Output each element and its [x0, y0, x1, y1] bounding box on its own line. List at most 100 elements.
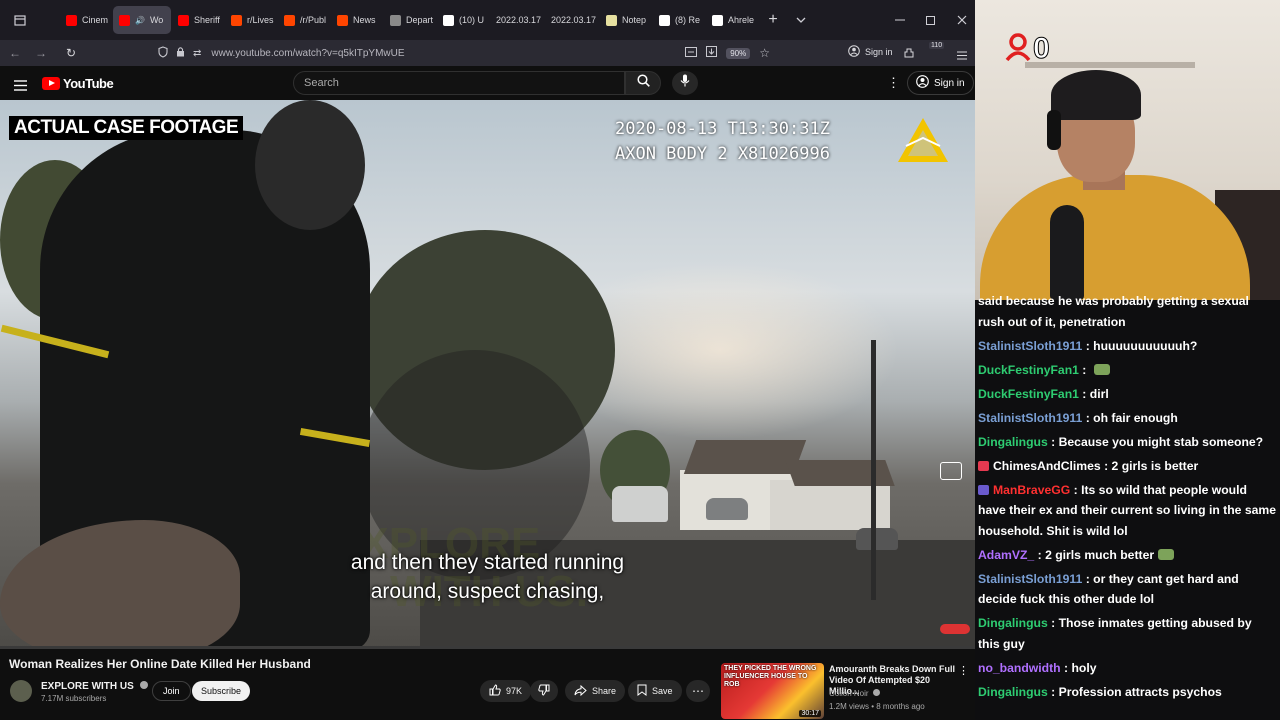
tab-list-icon[interactable] [8, 6, 32, 34]
chat-message: said because he was probably getting a s… [978, 296, 1276, 332]
chat-username[interactable]: Dingalingus [978, 616, 1048, 630]
maximize-icon[interactable] [914, 0, 946, 40]
browser-tab[interactable]: 2022.03.17 [490, 6, 544, 34]
hamburger-menu-icon[interactable] [14, 78, 27, 96]
chat-text: Because you might stab someone? [1058, 434, 1264, 449]
download-icon[interactable] [706, 46, 718, 60]
browser-tab[interactable]: Ahrele [706, 6, 758, 34]
chat-username[interactable]: StalinistSloth1911 [978, 339, 1082, 353]
like-button[interactable]: 97K [480, 680, 532, 702]
tab-bar: Cinem🔊Wo✕Sheriffr/Lives/r/PublNewsDepart… [0, 0, 975, 40]
search-input[interactable]: Search [293, 71, 625, 95]
app-menu-icon[interactable] [957, 47, 967, 65]
browser-tab[interactable]: Depart [384, 6, 436, 34]
youtube-logo[interactable]: YouTube [42, 76, 114, 91]
extensions-icon[interactable] [903, 46, 915, 64]
more-options-icon[interactable]: ⋮ [887, 76, 900, 89]
chat-username[interactable]: DuckFestinyFan1 [978, 363, 1079, 377]
youtube-logo-text: YouTube [63, 76, 114, 91]
reload-icon[interactable]: ↻ [60, 42, 82, 64]
chat-username[interactable]: ManBraveGG [993, 483, 1070, 497]
chat-message: Dingalingus : Those inmates getting abus… [978, 613, 1276, 654]
save-label: Save [652, 686, 673, 696]
shield-icon[interactable] [158, 45, 168, 61]
chat-text: huuuuuuuuuuuh? [1093, 338, 1198, 353]
chevron-down-icon[interactable] [787, 6, 815, 34]
picture-in-picture-icon[interactable] [940, 462, 962, 480]
browser-tab[interactable]: /r/Publ [278, 6, 330, 34]
new-tab-icon[interactable]: + [759, 6, 787, 34]
verified-icon [139, 681, 148, 689]
recommended-meta: 1.2M views • 8 months ago [829, 702, 925, 711]
permissions-icon[interactable]: ⇄ [193, 48, 201, 59]
browser-tab[interactable]: News [331, 6, 383, 34]
chat-separator: : [1082, 571, 1094, 586]
bookmark-star-icon[interactable]: ☆ [759, 46, 770, 60]
video-scene-officer-head [255, 100, 365, 230]
close-icon[interactable] [946, 0, 978, 40]
recommended-thumbnail-text: THEY PICKED THE WRONG INFLUENCER HOUSE T… [724, 665, 817, 688]
recommended-more-icon[interactable]: ⋮ [958, 664, 969, 677]
reader-view-icon[interactable] [685, 46, 698, 60]
tab-label: 2022.03.17 [496, 15, 542, 25]
chat-separator: : [1047, 616, 1059, 630]
browser-tab[interactable]: 2022.03.17 [545, 6, 599, 34]
subscribe-button[interactable]: Subscribe [192, 681, 251, 701]
tab-favicon-icon [178, 14, 189, 26]
chat-separator: : [1060, 660, 1072, 675]
chat-separator: : [1100, 458, 1112, 473]
search-button[interactable] [625, 71, 661, 95]
webcam-streamer-hat [1051, 70, 1141, 120]
tab-label: Notep [622, 15, 647, 25]
browser-tab[interactable]: Notep [600, 6, 652, 34]
browser-tab[interactable]: (8) Re [653, 6, 705, 34]
browser-tab[interactable]: r/Lives [225, 6, 277, 34]
caption-line-1: and then they started running [350, 551, 625, 574]
chat-username[interactable]: AdamVZ_ [978, 548, 1034, 562]
url-text[interactable]: www.youtube.com/watch?v=q5kITpYMwUE [211, 48, 404, 59]
video-player[interactable]: EXPLORE WITH US. ACTUAL CASE FOOTAGE 202… [0, 100, 975, 648]
chat-username[interactable]: no_bandwidth [978, 661, 1061, 675]
caption-line-2: around, suspect chasing, [370, 580, 605, 603]
audio-playing-icon[interactable]: 🔊 [135, 16, 145, 25]
chat-username[interactable]: Dingalingus [978, 435, 1048, 449]
browser-account[interactable]: Sign in [848, 45, 893, 59]
recommended-thumbnail[interactable]: THEY PICKED THE WRONG INFLUENCER HOUSE T… [721, 663, 824, 719]
browser-tab[interactable]: Cinem [60, 6, 112, 34]
chat-username[interactable]: DuckFestinyFan1 [978, 387, 1079, 401]
recommended-channel[interactable]: Colion Noir [829, 689, 880, 698]
browser-tab[interactable]: (10) U [437, 6, 489, 34]
back-icon[interactable]: ← [4, 42, 26, 64]
bookmark-icon [637, 684, 647, 698]
youtube-signin-button[interactable]: Sign in [907, 71, 974, 95]
chat-message: ChimesAndClimes : 2 girls is better [978, 456, 1276, 477]
browser-tab[interactable]: 🔊Wo✕ [113, 6, 171, 34]
chat-username[interactable]: StalinistSloth1911 [978, 572, 1082, 586]
channel-avatar[interactable] [10, 680, 32, 702]
chat-text: 2 girls much better [1045, 547, 1155, 562]
tab-favicon-icon [390, 14, 401, 26]
chat-message: StalinistSloth1911 : oh fair enough [978, 408, 1276, 429]
browser-tab[interactable]: Sheriff [172, 6, 224, 34]
voice-search-button[interactable] [672, 71, 698, 95]
dislike-button[interactable] [530, 680, 558, 702]
channel-name[interactable]: EXPLORE WITH US [41, 681, 148, 692]
chat-username[interactable]: ChimesAndClimes [993, 459, 1101, 473]
more-actions-button[interactable]: ⋯ [686, 680, 710, 702]
video-title: Woman Realizes Her Online Date Killed He… [9, 657, 311, 671]
share-button[interactable]: Share [565, 680, 626, 702]
tab-favicon-icon [443, 14, 454, 26]
extension-badge[interactable]: 110 [929, 42, 945, 49]
address-bar[interactable]: ⇄ www.youtube.com/watch?v=q5kITpYMwUE 90… [152, 43, 770, 63]
video-progress-bar[interactable] [0, 646, 975, 649]
chat-username[interactable]: StalinistSloth1911 [978, 411, 1082, 425]
save-button[interactable]: Save [628, 680, 682, 702]
forward-icon[interactable]: → [30, 42, 52, 64]
join-button[interactable]: Join [152, 681, 191, 701]
minimize-icon[interactable] [884, 0, 916, 40]
chat-username[interactable]: Dingalingus [978, 685, 1048, 699]
bodycam-timestamp-line-1: 2020-08-13 T13:30:31Z [615, 119, 830, 139]
lock-icon[interactable] [176, 46, 185, 60]
zoom-indicator[interactable]: 90% [726, 47, 751, 59]
chat-separator: : [1082, 410, 1094, 425]
